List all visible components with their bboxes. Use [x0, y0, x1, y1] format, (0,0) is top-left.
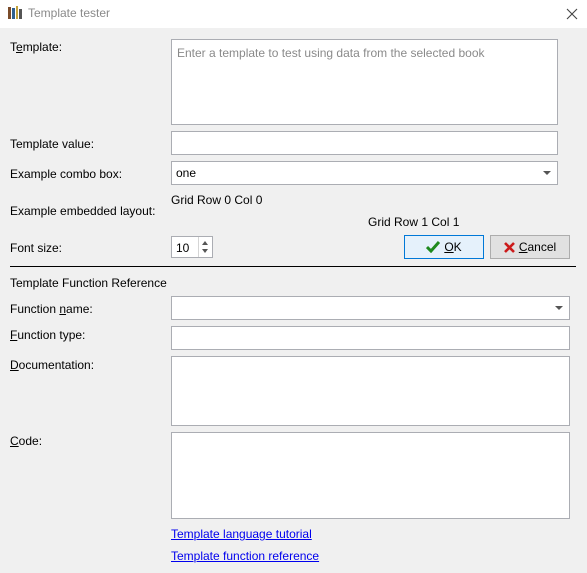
- function-reference-title: Template Function Reference: [10, 276, 167, 290]
- function-type-label: Function type:: [10, 328, 86, 342]
- documentation-label: Documentation:: [10, 358, 95, 372]
- font-size-label: Font size:: [10, 241, 63, 255]
- font-size-spinbox[interactable]: 10: [171, 236, 213, 258]
- grid-row1-col1: Grid Row 1 Col 1: [368, 215, 460, 229]
- title-bar: Template tester: [0, 0, 587, 28]
- spin-down-icon[interactable]: [202, 249, 208, 253]
- cancel-label: Cancel: [518, 240, 557, 254]
- chevron-down-icon: [543, 171, 551, 175]
- spin-buttons[interactable]: [198, 237, 212, 257]
- example-combo-box[interactable]: one: [171, 161, 558, 185]
- example-combo-value: one: [176, 166, 197, 180]
- ok-button[interactable]: OK: [404, 235, 484, 259]
- example-combo-label: Example combo box:: [10, 167, 123, 181]
- font-size-value: 10: [176, 241, 190, 255]
- close-icon: [566, 8, 578, 20]
- template-function-reference-link[interactable]: Template function reference: [171, 549, 319, 563]
- function-name-label: Function name:: [10, 302, 93, 316]
- spin-up-icon[interactable]: [202, 241, 208, 245]
- documentation-textarea[interactable]: [171, 356, 570, 426]
- books-icon: [7, 5, 23, 21]
- function-type-field[interactable]: [171, 326, 570, 350]
- cancel-button[interactable]: Cancel: [490, 235, 570, 259]
- code-textarea[interactable]: [171, 432, 570, 519]
- template-label: Template:: [10, 40, 63, 54]
- window-title: Template tester: [28, 6, 111, 20]
- chevron-down-icon: [555, 306, 563, 310]
- grid-row0-col0: Grid Row 0 Col 0: [171, 193, 263, 207]
- x-icon: [503, 241, 515, 253]
- template-textarea[interactable]: Enter a template to test using data from…: [171, 39, 558, 125]
- template-value-field[interactable]: [171, 131, 558, 155]
- template-placeholder: Enter a template to test using data from…: [177, 46, 485, 60]
- ok-label: OK: [444, 240, 462, 254]
- template-language-tutorial-link[interactable]: Template language tutorial: [171, 527, 312, 541]
- close-button[interactable]: [557, 0, 587, 28]
- embedded-layout-label: Example embedded layout:: [10, 204, 156, 218]
- code-label: Code:: [10, 434, 43, 448]
- template-value-label: Template value:: [10, 137, 95, 151]
- checkmark-icon: [426, 241, 441, 253]
- section-separator: [10, 266, 576, 267]
- function-name-combo[interactable]: [171, 296, 570, 320]
